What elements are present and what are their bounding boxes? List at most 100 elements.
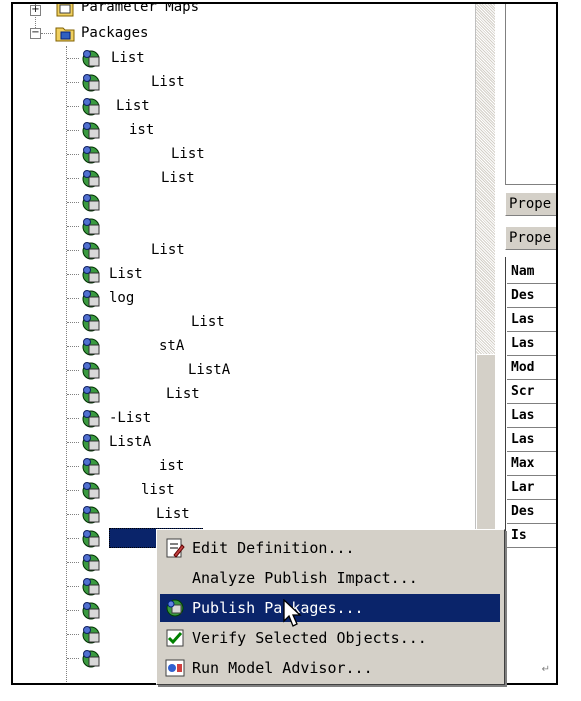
property-row[interactable]: Des bbox=[507, 500, 556, 524]
tree-guide-line bbox=[67, 538, 79, 539]
tree-guide-line bbox=[41, 33, 53, 34]
preview-area bbox=[505, 4, 556, 185]
tree-guide-line bbox=[67, 250, 79, 251]
edit-definition-icon bbox=[166, 538, 185, 558]
menu-item-label: Publish Packages... bbox=[192, 599, 364, 617]
menu-item-verify-selected-objects[interactable]: Verify Selected Objects... bbox=[160, 624, 500, 652]
package-icon bbox=[82, 626, 100, 644]
tree-item-package[interactable]: List bbox=[116, 94, 150, 118]
package-icon bbox=[82, 362, 100, 380]
package-icon bbox=[82, 338, 100, 356]
property-row[interactable]: Des bbox=[507, 284, 556, 308]
tree-item-package[interactable]: List bbox=[109, 262, 143, 286]
mouse-pointer-icon bbox=[283, 599, 302, 627]
property-row[interactable]: Las bbox=[507, 332, 556, 356]
tree-guide-line bbox=[67, 346, 79, 347]
tree-item-package[interactable]: ListA bbox=[188, 358, 230, 382]
menu-item-label: Analyze Publish Impact... bbox=[192, 569, 418, 587]
expand-icon[interactable]: + bbox=[30, 5, 41, 16]
tree-guide-line bbox=[67, 466, 79, 467]
tree-guide-line bbox=[67, 106, 79, 107]
package-icon bbox=[82, 290, 100, 308]
tree-item-package[interactable]: stA bbox=[159, 334, 184, 358]
tree-guide-line bbox=[66, 46, 67, 683]
property-row[interactable]: Is bbox=[507, 524, 556, 548]
tree-guide-line bbox=[67, 442, 79, 443]
verify-objects-icon bbox=[166, 629, 184, 647]
tree-guide-line bbox=[67, 394, 79, 395]
tree-guide-line bbox=[67, 490, 79, 491]
tab-properties-2[interactable]: Prope bbox=[505, 226, 556, 250]
tree-item-package[interactable]: -List bbox=[109, 406, 151, 430]
property-row[interactable]: Las bbox=[507, 428, 556, 452]
tree-guide-line bbox=[67, 202, 79, 203]
tree-guide-line bbox=[67, 154, 79, 155]
package-icon bbox=[82, 50, 100, 68]
tree-guide-line bbox=[67, 322, 79, 323]
tree-guide-line bbox=[67, 226, 79, 227]
tree-guide-line bbox=[67, 418, 79, 419]
package-icon bbox=[82, 242, 100, 260]
package-icon bbox=[82, 218, 100, 236]
tree-guide-line bbox=[67, 658, 79, 659]
scrollbar-thumb[interactable] bbox=[476, 354, 496, 536]
package-icon bbox=[82, 122, 100, 140]
publish-packages-icon bbox=[166, 599, 184, 617]
tree-item-package[interactable]: ist bbox=[129, 118, 154, 142]
menu-item-run-model-advisor[interactable]: Run Model Advisor... bbox=[160, 654, 500, 682]
folder-icon bbox=[56, 4, 74, 17]
tree-item-package[interactable]: List bbox=[156, 502, 190, 526]
tree-guide-line bbox=[67, 274, 79, 275]
collapse-icon[interactable]: − bbox=[30, 28, 41, 39]
property-row[interactable]: Max bbox=[507, 452, 556, 476]
tree-item-package[interactable]: List bbox=[151, 70, 185, 94]
package-icon bbox=[82, 530, 100, 548]
package-icon bbox=[82, 170, 100, 188]
package-icon bbox=[82, 74, 100, 92]
property-row[interactable]: Las bbox=[507, 404, 556, 428]
tree-item-package[interactable]: ListA bbox=[109, 430, 151, 454]
menu-item-label: Run Model Advisor... bbox=[192, 659, 373, 677]
tree-guide-line bbox=[67, 58, 79, 59]
package-icon bbox=[82, 386, 100, 404]
package-icon bbox=[82, 458, 100, 476]
tree-guide-line bbox=[67, 586, 79, 587]
tree-guide-line bbox=[67, 82, 79, 83]
menu-item-edit-definition[interactable]: Edit Definition... bbox=[160, 534, 500, 562]
tree-guide-line bbox=[67, 514, 79, 515]
menu-item-analyze-publish-impact[interactable]: Analyze Publish Impact... bbox=[160, 564, 500, 592]
package-icon bbox=[82, 410, 100, 428]
resize-grip: ↵ bbox=[541, 664, 550, 675]
package-icon bbox=[82, 194, 100, 212]
tree-guide-line bbox=[67, 130, 79, 131]
model-advisor-icon bbox=[165, 659, 185, 677]
tree-item-package[interactable]: ist bbox=[159, 454, 184, 478]
context-menu: Edit Definition... Analyze Publish Impac… bbox=[156, 529, 505, 685]
tree-item-package[interactable]: List bbox=[171, 142, 205, 166]
property-row[interactable]: Lar bbox=[507, 476, 556, 500]
package-icon bbox=[82, 146, 100, 164]
tree-item-package[interactable]: list bbox=[141, 478, 175, 502]
tab-properties-1[interactable]: Prope bbox=[505, 192, 556, 216]
tree-item-package[interactable]: List bbox=[161, 166, 195, 190]
package-icon bbox=[82, 482, 100, 500]
property-row[interactable]: Las bbox=[507, 308, 556, 332]
tree-item-packages[interactable]: Packages bbox=[81, 21, 148, 45]
menu-item-label: Edit Definition... bbox=[192, 539, 355, 557]
tree-item-package[interactable]: log bbox=[109, 286, 134, 310]
property-row[interactable]: Nam bbox=[507, 260, 556, 284]
menu-item-publish-packages[interactable]: Publish Packages... bbox=[160, 594, 500, 622]
tree-item-package[interactable]: List bbox=[166, 382, 200, 406]
package-icon bbox=[82, 506, 100, 524]
tree-guide-line bbox=[67, 178, 79, 179]
package-icon bbox=[82, 554, 100, 572]
package-icon bbox=[82, 266, 100, 284]
tree-item-package[interactable]: List bbox=[111, 46, 145, 70]
package-icon bbox=[82, 602, 100, 620]
property-row[interactable]: Mod bbox=[507, 356, 556, 380]
tree-item-parameter-maps[interactable]: Parameter Maps bbox=[81, 4, 199, 19]
tree-item-package[interactable]: List bbox=[191, 310, 225, 334]
tree-item-package[interactable]: List bbox=[151, 238, 185, 262]
package-icon bbox=[82, 98, 100, 116]
property-row[interactable]: Scr bbox=[507, 380, 556, 404]
